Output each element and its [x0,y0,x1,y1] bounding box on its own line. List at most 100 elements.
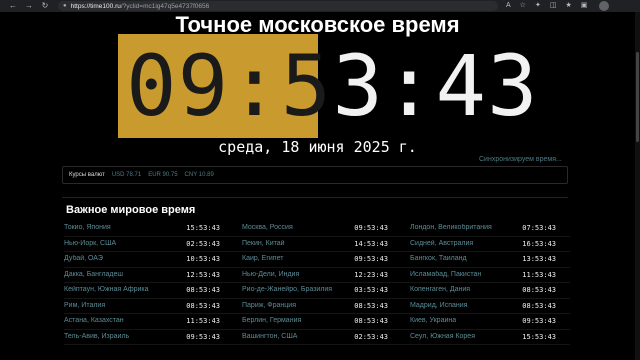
table-row: Нью-Йорк, США 02:53:43 Пекин, Китай 14:53:… [64,237,570,252]
rate-eur[interactable]: EUR 90.75 [148,172,177,178]
split-screen-icon[interactable]: ◫ [550,0,557,12]
city-link[interactable]: Каир, Египет [242,255,354,263]
city-entry: Тель-Авив, Израиль 09:53:43 [64,333,232,341]
city-link[interactable]: Кейптаун, Южная Африка [64,286,186,294]
city-time: 09:53:43 [186,332,220,341]
city-time: 09:53:43 [522,317,556,326]
city-link[interactable]: Мадрид, Испания [410,302,522,310]
city-link[interactable]: Дубай, ОАЭ [64,255,186,263]
city-link[interactable]: Нью-Йорк, США [64,240,186,248]
city-time: 08:53:43 [522,286,556,295]
table-row: Астана, Казахстан 11:53:43 Берлин, Герман… [64,314,570,330]
table-row: Кейптаун, Южная Африка 08:53:43 Рио-де-Жа… [64,283,570,299]
table-row: Рим, Италия 08:53:43 Париж, Франция 08:53:… [64,299,570,314]
city-entry: Бангкок, Таиланд 13:53:43 [400,255,568,263]
city-entry: Берлин, Германия 08:53:43 [232,317,400,325]
city-link[interactable]: Лондон, Великобритания [410,224,522,232]
browser-toolbar: ← → ↻ ● https://time100.ru /?yclid=mc1ig… [0,0,640,12]
city-time: 02:53:43 [354,332,388,341]
city-entry: Дакка, Бангладеш 12:53:43 [64,271,232,279]
clock-seconds: 43 [435,37,539,135]
city-link[interactable]: Париж, Франция [242,302,354,310]
city-time: 08:53:43 [354,301,388,310]
city-link[interactable]: Нью-Дели, Индия [242,271,354,279]
forward-icon[interactable]: → [24,0,34,12]
reload-icon[interactable]: ↻ [40,0,50,12]
city-time: 12:23:43 [354,270,388,279]
world-time-table: Токио, Япония 15:53:43 Москва, Россия 09:5… [64,221,570,345]
page-scrollbar[interactable] [635,12,640,360]
main-clock: 09:53:43 [118,34,538,138]
rates-label: Курсы валют [69,172,105,178]
city-time: 08:53:43 [522,301,556,310]
back-icon[interactable]: ← [8,0,18,12]
city-time: 08:53:43 [354,317,388,326]
city-entry: Сеул, Южная Корея 15:53:43 [400,333,568,341]
city-time: 09:53:43 [354,255,388,264]
city-link[interactable]: Тель-Авив, Израиль [64,333,186,341]
city-time: 10:53:43 [186,255,220,264]
city-time: 12:53:43 [186,270,220,279]
extensions-icon[interactable]: ✦ [535,0,541,12]
favorite-icon[interactable]: ☆ [520,0,526,12]
city-link[interactable]: Рим, Италия [64,302,186,310]
city-link[interactable]: Берлин, Германия [242,317,354,325]
table-row: Дакка, Бангладеш 12:53:43 Нью-Дели, Индия… [64,268,570,283]
table-row: Дубай, ОАЭ 10:53:43 Каир, Египет 09:53:43 … [64,252,570,268]
url-host: https://time100.ru [70,2,121,10]
city-time: 16:53:43 [522,239,556,248]
city-link[interactable]: Рио-де-Жанейро, Бразилия [242,286,354,294]
scrollbar-thumb[interactable] [636,52,639,142]
city-entry: Москва, Россия 09:53:43 [232,224,400,232]
city-link[interactable]: Дакка, Бангладеш [64,271,186,279]
lock-icon[interactable]: ● [63,3,67,9]
city-link[interactable]: Астана, Казахстан [64,317,186,325]
divider [62,197,568,198]
city-entry: Астана, Казахстан 11:53:43 [64,317,232,325]
city-link[interactable]: Киев, Украина [410,317,522,325]
city-entry: Лондон, Великобритания 07:53:43 [400,224,568,232]
clock-digits: 09:53:43 [126,38,539,134]
rate-cny[interactable]: CNY 10.89 [185,172,214,178]
city-entry: Каир, Египет 09:53:43 [232,255,400,263]
city-time: 07:53:43 [522,224,556,233]
rate-usd[interactable]: USD 78.71 [112,172,141,178]
city-entry: Нью-Йорк, США 02:53:43 [64,240,232,248]
city-link[interactable]: Исламабад, Пакистан [410,271,522,279]
collections-icon[interactable]: ▣ [581,0,588,12]
url-path: /?yclid=mc1ig47q5e4737f0656 [120,2,210,10]
clock-separator: : [383,37,436,135]
favorites-bar-icon[interactable]: ★ [565,0,571,12]
clock-minutes-ones: 3 [332,37,384,135]
city-link[interactable]: Пекин, Китай [242,240,354,248]
city-time: 13:53:43 [522,255,556,264]
table-row: Тель-Авив, Израиль 09:53:43 Вашингтон, СШ… [64,330,570,345]
city-time: 15:53:43 [522,332,556,341]
read-aloud-icon[interactable]: A [506,0,511,12]
city-link[interactable]: Москва, Россия [242,224,354,232]
world-time-title: Важное мировое время [66,204,196,216]
city-link[interactable]: Токио, Япония [64,224,186,232]
browser-tools: A ☆ ✦ ◫ ★ ▣ [506,0,587,12]
city-link[interactable]: Копенгаген, Дания [410,286,522,294]
city-link[interactable]: Сеул, Южная Корея [410,333,522,341]
city-entry: Мадрид, Испания 08:53:43 [400,302,568,310]
city-link[interactable]: Вашингтон, США [242,333,354,341]
city-link[interactable]: Сидней, Австралия [410,240,522,248]
address-bar[interactable]: ● https://time100.ru /?yclid=mc1ig47q5e4… [58,1,498,11]
city-entry: Копенгаген, Дания 08:53:43 [400,286,568,294]
clock-hours: 09 [126,37,230,135]
sync-link[interactable]: Синхронизируем время... [479,156,562,163]
city-time: 08:53:43 [186,301,220,310]
city-entry: Рим, Италия 08:53:43 [64,302,232,310]
clock-minutes-tens: 5 [280,37,333,135]
city-entry: Рио-де-Жанейро, Бразилия 03:53:43 [232,286,400,294]
city-link[interactable]: Бангкок, Таиланд [410,255,522,263]
city-entry: Кейптаун, Южная Африка 08:53:43 [64,286,232,294]
currency-rates: Курсы валют USD 78.71 EUR 90.75 CNY 10.8… [62,166,568,184]
city-entry: Киев, Украина 09:53:43 [400,317,568,325]
city-entry: Дубай, ОАЭ 10:53:43 [64,255,232,263]
city-time: 14:53:43 [354,239,388,248]
profile-avatar[interactable] [599,1,610,11]
city-time: 11:53:43 [186,317,220,326]
